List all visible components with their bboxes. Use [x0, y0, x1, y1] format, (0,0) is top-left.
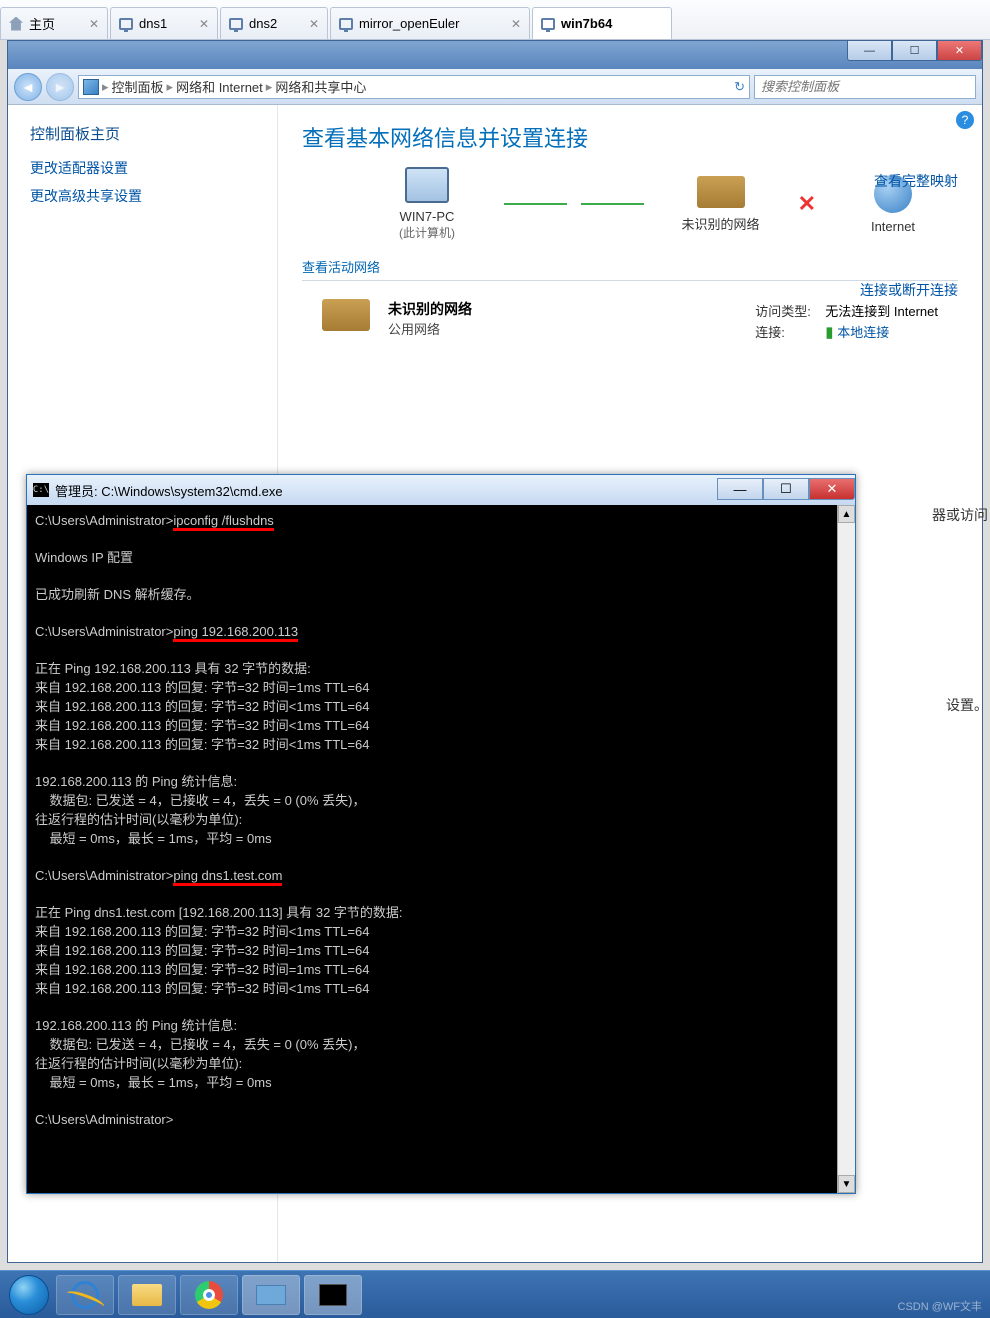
computer-icon — [405, 167, 449, 203]
close-button[interactable]: ✕ — [937, 41, 982, 61]
connect-link[interactable]: 连接或断开连接 — [860, 280, 958, 300]
tab-label: mirror_openEuler — [359, 16, 459, 31]
breadcrumb-item[interactable]: 网络和共享中心 — [275, 77, 366, 96]
cmd-title-text: 管理员: C:\Windows\system32\cmd.exe — [55, 481, 283, 500]
scrollbar[interactable]: ▲ ▼ — [837, 505, 855, 1193]
home-icon — [9, 17, 23, 31]
folder-icon — [132, 1284, 162, 1306]
cutoff-text: 设置。 — [946, 695, 988, 715]
access-label: 访问类型: — [755, 301, 825, 320]
titlebar[interactable]: — ☐ ✕ — [8, 41, 982, 69]
control-panel-icon — [83, 79, 99, 95]
address-bar[interactable]: ▸ 控制面板 ▸ 网络和 Internet ▸ 网络和共享中心 ↻ — [78, 75, 750, 99]
scroll-up-icon[interactable]: ▲ — [838, 505, 855, 523]
cmd-output[interactable]: C:\Users\Administrator>ipconfig /flushdn… — [27, 505, 855, 1193]
taskbar: CSDN @WF文丰 — [0, 1270, 990, 1318]
tab-label: 主页 — [29, 14, 55, 33]
back-button[interactable]: ◄ — [14, 73, 42, 101]
adapter-icon: ▮ — [825, 324, 833, 341]
bench-icon — [697, 176, 745, 208]
maximize-button[interactable]: ☐ — [892, 41, 937, 61]
tab-home[interactable]: 主页 ✕ — [0, 7, 108, 39]
cmd-titlebar[interactable]: C:\ 管理员: C:\Windows\system32\cmd.exe — ☐… — [27, 475, 855, 505]
start-button[interactable] — [4, 1274, 54, 1316]
close-icon[interactable]: ✕ — [89, 17, 99, 31]
internet-label: Internet — [828, 219, 958, 234]
forward-button[interactable]: ► — [46, 73, 74, 101]
tab-dns2[interactable]: dns2 ✕ — [220, 7, 328, 39]
taskbar-chrome[interactable] — [180, 1275, 238, 1315]
network-diagram: WIN7-PC(此计算机) 未识别的网络 ✕ Internet — [302, 167, 958, 241]
sidebar-link-sharing[interactable]: 更改高级共享设置 — [30, 186, 255, 206]
search-input[interactable] — [754, 75, 976, 99]
tab-mirror[interactable]: mirror_openEuler ✕ — [330, 7, 530, 39]
network-name: 未识别的网络 — [388, 299, 472, 319]
breadcrumb-item[interactable]: 控制面板 — [112, 77, 164, 96]
monitor-icon — [119, 18, 133, 30]
tab-dns1[interactable]: dns1 ✕ — [110, 7, 218, 39]
taskbar-explorer[interactable] — [118, 1275, 176, 1315]
navbar: ◄ ► ▸ 控制面板 ▸ 网络和 Internet ▸ 网络和共享中心 ↻ — [8, 69, 982, 105]
close-icon[interactable]: ✕ — [511, 17, 521, 31]
close-icon[interactable]: ✕ — [309, 17, 319, 31]
sidebar-link-adapter[interactable]: 更改适配器设置 — [30, 158, 255, 178]
cmd-max-button[interactable]: ☐ — [763, 478, 809, 500]
cmd-close-button[interactable]: ✕ — [809, 478, 855, 500]
conn-line — [504, 203, 644, 205]
chrome-icon — [195, 1281, 223, 1309]
network-type: 公用网络 — [388, 319, 472, 338]
tab-label: dns2 — [249, 16, 277, 31]
x-icon: ✕ — [798, 191, 816, 217]
tab-label: dns1 — [139, 16, 167, 31]
sidebar-title[interactable]: 控制面板主页 — [30, 123, 255, 144]
conn-label: 连接: — [755, 322, 825, 341]
conn-link[interactable]: 本地连接 — [837, 325, 889, 340]
cmd-window: C:\ 管理员: C:\Windows\system32\cmd.exe — ☐… — [26, 474, 856, 1194]
breadcrumb-item[interactable]: 网络和 Internet — [176, 77, 263, 96]
cutoff-text: 器或访问 — [932, 505, 988, 525]
watermark: CSDN @WF文丰 — [898, 1298, 983, 1314]
cmd-min-button[interactable]: — — [717, 478, 763, 500]
monitor-icon — [541, 18, 555, 30]
access-value: 无法连接到 Internet — [825, 304, 938, 319]
net-mid-label: 未识别的网络 — [656, 214, 786, 233]
section-header: 查看活动网络 — [302, 257, 958, 281]
monitor-icon — [229, 18, 243, 30]
scroll-down-icon[interactable]: ▼ — [838, 1175, 855, 1193]
view-map-link[interactable]: 查看完整映射 — [874, 171, 958, 191]
taskbar-ie[interactable] — [56, 1275, 114, 1315]
close-icon[interactable]: ✕ — [199, 17, 209, 31]
cmd-icon — [319, 1284, 347, 1306]
bench-icon — [322, 299, 370, 331]
taskbar-cmd[interactable] — [304, 1275, 362, 1315]
tab-win7b64[interactable]: win7b64 — [532, 7, 672, 39]
tab-label: win7b64 — [561, 16, 612, 31]
page-heading: 查看基本网络信息并设置连接 — [302, 121, 958, 153]
pc-label: WIN7-PC — [362, 209, 492, 224]
monitor-icon — [339, 18, 353, 30]
windows-orb-icon — [9, 1275, 49, 1315]
cmd-icon: C:\ — [33, 483, 49, 497]
help-icon[interactable]: ? — [956, 111, 974, 129]
taskbar-control-panel[interactable] — [242, 1275, 300, 1315]
pc-sublabel: (此计算机) — [362, 224, 492, 241]
minimize-button[interactable]: — — [847, 41, 892, 61]
ie-icon — [67, 1277, 103, 1313]
refresh-icon[interactable]: ↻ — [734, 79, 745, 95]
window-icon — [256, 1285, 286, 1305]
tab-bar: 主页 ✕ dns1 ✕ dns2 ✕ mirror_openEuler ✕ win7b6… — [0, 0, 990, 40]
